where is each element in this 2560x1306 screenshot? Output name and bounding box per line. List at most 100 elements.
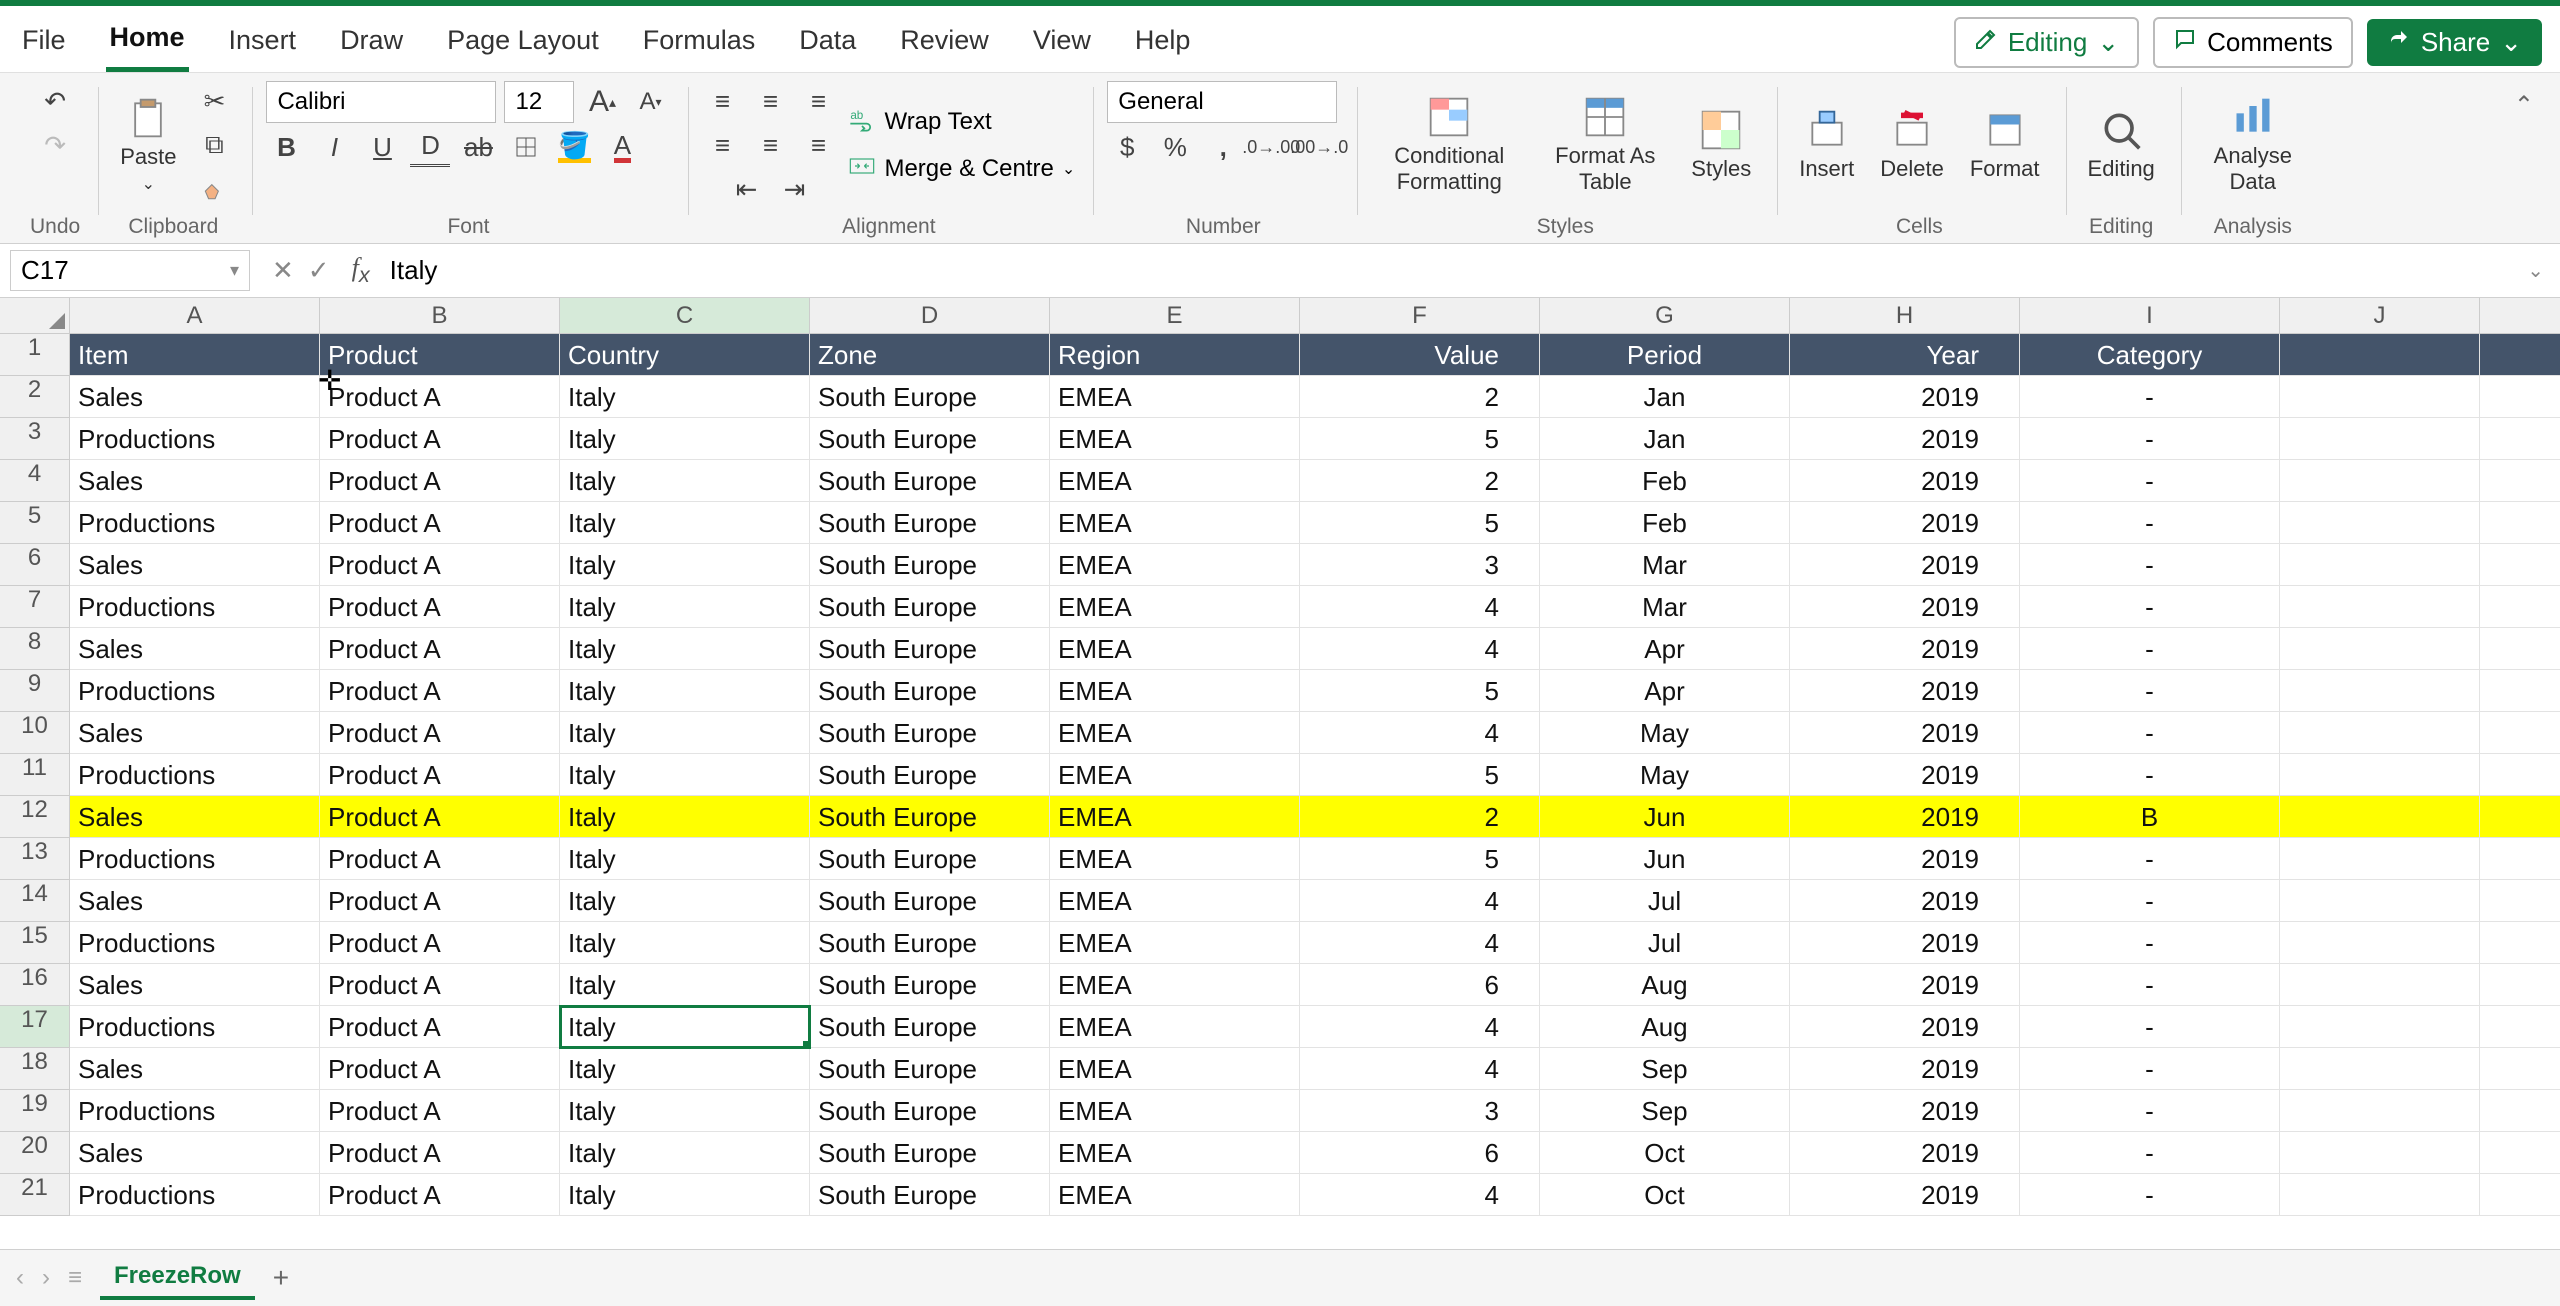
data-cell[interactable]: 4 <box>1300 712 1540 754</box>
row-header[interactable]: 14 <box>0 880 70 922</box>
data-cell[interactable]: South Europe <box>810 1006 1050 1048</box>
data-cell[interactable]: 2019 <box>1790 418 2020 460</box>
data-cell[interactable]: Productions <box>70 502 320 544</box>
expand-formula-bar-button[interactable]: ⌄ <box>2511 258 2560 283</box>
data-cell[interactable]: EMEA <box>1050 1174 1300 1216</box>
data-cell[interactable] <box>2280 418 2480 460</box>
data-cell[interactable] <box>2480 922 2560 964</box>
data-cell[interactable]: Italy <box>560 544 810 586</box>
tab-file[interactable]: File <box>18 15 70 70</box>
data-cell[interactable]: Italy <box>560 1006 810 1048</box>
data-cell[interactable]: Productions <box>70 418 320 460</box>
column-header[interactable]: D <box>810 298 1050 334</box>
merge-center-button[interactable]: Merge & Centre ⌄ <box>848 152 1075 185</box>
tab-help[interactable]: Help <box>1131 15 1195 70</box>
data-cell[interactable]: - <box>2020 922 2280 964</box>
header-cell[interactable]: Region <box>1050 334 1300 376</box>
data-cell[interactable]: Jan <box>1540 418 1790 460</box>
column-header[interactable]: J <box>2280 298 2480 334</box>
data-cell[interactable]: Productions <box>70 1006 320 1048</box>
align-bottom-button[interactable]: ≡ <box>798 81 838 121</box>
tab-review[interactable]: Review <box>896 15 993 70</box>
data-cell[interactable]: Sales <box>70 628 320 670</box>
data-cell[interactable]: 2019 <box>1790 712 2020 754</box>
data-cell[interactable]: EMEA <box>1050 880 1300 922</box>
data-cell[interactable]: EMEA <box>1050 922 1300 964</box>
copy-button[interactable]: ⧉ <box>194 125 234 165</box>
data-cell[interactable] <box>2280 544 2480 586</box>
data-cell[interactable]: Productions <box>70 1090 320 1132</box>
data-cell[interactable]: Jul <box>1540 880 1790 922</box>
row-header[interactable]: 4 <box>0 460 70 502</box>
data-cell[interactable]: - <box>2020 1006 2280 1048</box>
data-cell[interactable]: Mar <box>1540 586 1790 628</box>
data-cell[interactable]: EMEA <box>1050 586 1300 628</box>
data-cell[interactable]: EMEA <box>1050 964 1300 1006</box>
data-cell[interactable]: South Europe <box>810 586 1050 628</box>
data-cell[interactable] <box>2280 796 2480 838</box>
data-cell[interactable]: Product A <box>320 922 560 964</box>
data-cell[interactable]: Productions <box>70 670 320 712</box>
column-header[interactable]: K <box>2480 298 2560 334</box>
data-cell[interactable]: 3 <box>1300 1090 1540 1132</box>
data-cell[interactable]: May <box>1540 754 1790 796</box>
data-cell[interactable] <box>2480 712 2560 754</box>
analyse-data-button[interactable]: Analyse Data <box>2195 91 2311 199</box>
fill-color-button[interactable]: 🪣 <box>554 127 594 167</box>
data-cell[interactable] <box>2480 796 2560 838</box>
strikethrough-button[interactable]: ab <box>458 127 498 167</box>
data-cell[interactable]: Product A <box>320 586 560 628</box>
data-cell[interactable] <box>2280 1174 2480 1216</box>
name-box[interactable]: C17 ▾ <box>10 250 250 291</box>
data-cell[interactable]: - <box>2020 880 2280 922</box>
data-cell[interactable]: 2 <box>1300 796 1540 838</box>
data-cell[interactable]: EMEA <box>1050 460 1300 502</box>
sheet-nav-next[interactable]: › <box>42 1264 50 1292</box>
data-cell[interactable]: 5 <box>1300 670 1540 712</box>
cancel-formula-button[interactable]: ✕ <box>272 255 294 286</box>
header-cell[interactable]: Zone <box>810 334 1050 376</box>
number-format-select[interactable] <box>1107 81 1337 123</box>
data-cell[interactable] <box>2280 712 2480 754</box>
data-cell[interactable]: Jun <box>1540 838 1790 880</box>
delete-cells-button[interactable]: Delete <box>1872 104 1952 186</box>
data-cell[interactable]: 2019 <box>1790 1174 2020 1216</box>
data-cell[interactable]: Jun <box>1540 796 1790 838</box>
data-cell[interactable]: EMEA <box>1050 838 1300 880</box>
data-cell[interactable]: Product A <box>320 964 560 1006</box>
data-cell[interactable]: 2019 <box>1790 754 2020 796</box>
row-header[interactable]: 3 <box>0 418 70 460</box>
borders-button[interactable] <box>506 127 546 167</box>
data-cell[interactable]: EMEA <box>1050 1006 1300 1048</box>
sheet-nav-prev[interactable]: ‹ <box>16 1264 24 1292</box>
data-cell[interactable]: South Europe <box>810 712 1050 754</box>
data-cell[interactable]: Product A <box>320 1006 560 1048</box>
data-cell[interactable]: South Europe <box>810 796 1050 838</box>
data-cell[interactable]: South Europe <box>810 460 1050 502</box>
data-cell[interactable]: Product A <box>320 1174 560 1216</box>
row-header[interactable]: 16 <box>0 964 70 1006</box>
data-cell[interactable]: 4 <box>1300 1174 1540 1216</box>
wrap-text-button[interactable]: ab Wrap Text <box>848 105 991 138</box>
data-cell[interactable]: Feb <box>1540 460 1790 502</box>
data-cell[interactable]: - <box>2020 1132 2280 1174</box>
redo-button[interactable]: ↷ <box>35 125 75 165</box>
increase-font-button[interactable]: A▴ <box>582 82 622 122</box>
data-cell[interactable]: - <box>2020 1174 2280 1216</box>
header-cell[interactable]: Year <box>1790 334 2020 376</box>
font-name-select[interactable] <box>266 81 496 123</box>
data-cell[interactable]: EMEA <box>1050 712 1300 754</box>
data-cell[interactable]: 2019 <box>1790 1006 2020 1048</box>
data-cell[interactable]: South Europe <box>810 544 1050 586</box>
header-cell[interactable]: Category <box>2020 334 2280 376</box>
row-header[interactable]: 13 <box>0 838 70 880</box>
row-header[interactable]: 17 <box>0 1006 70 1048</box>
header-cell[interactable]: Item <box>70 334 320 376</box>
data-cell[interactable]: Productions <box>70 922 320 964</box>
data-cell[interactable]: Italy <box>560 1048 810 1090</box>
data-cell[interactable]: Product A <box>320 544 560 586</box>
data-cell[interactable]: Italy <box>560 1132 810 1174</box>
data-cell[interactable]: Product A <box>320 880 560 922</box>
data-cell[interactable]: 2019 <box>1790 1048 2020 1090</box>
data-cell[interactable] <box>2480 964 2560 1006</box>
